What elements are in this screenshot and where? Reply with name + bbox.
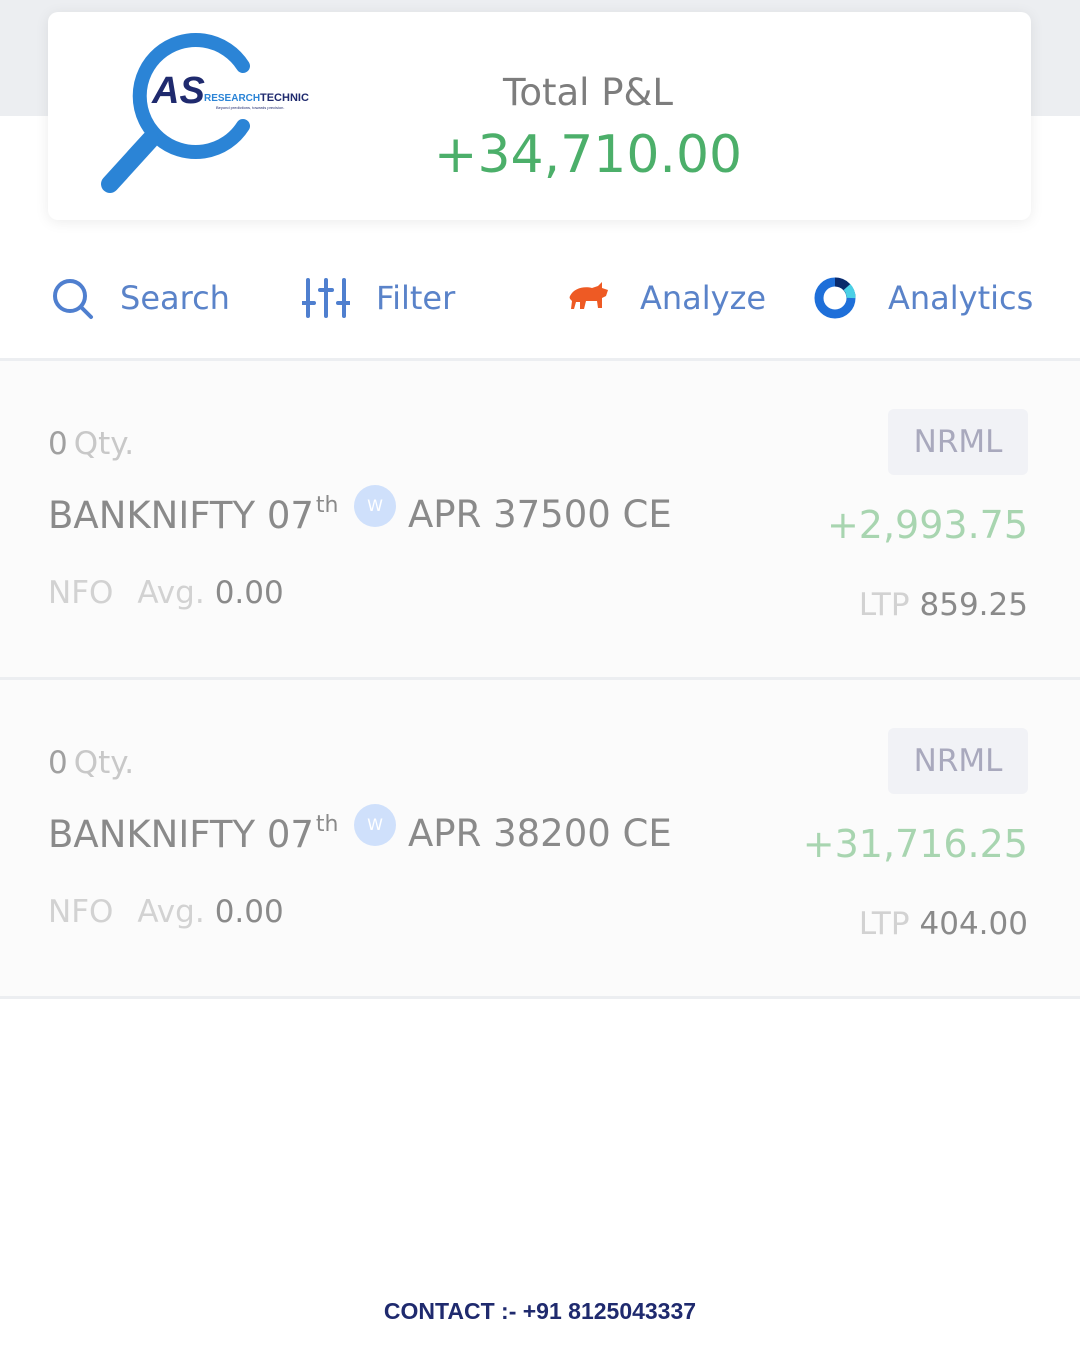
magnifier-logo-icon: AS RESEARCH TECHNIC Beyond predictions, … xyxy=(101,33,309,193)
logo-tagline: Beyond predictions, towards precision. xyxy=(216,105,284,110)
position-qty: 0 Qty. xyxy=(48,745,134,781)
product-type-badge: NRML xyxy=(888,409,1028,475)
weekly-expiry-badge: W xyxy=(354,485,396,527)
position-qty: 0 Qty. xyxy=(48,426,134,462)
filter-label: Filter xyxy=(376,279,456,317)
row-divider xyxy=(0,996,1080,999)
position-row[interactable]: 0 Qty. BANKNIFTY 07th W APR 38200 CE NFO A… xyxy=(0,680,1080,996)
avg-label: Avg. xyxy=(137,894,205,930)
filter-icon xyxy=(302,278,350,318)
analyze-button[interactable]: Analyze xyxy=(568,270,766,326)
qty-unit: Qty. xyxy=(73,426,135,462)
analytics-ring-icon xyxy=(814,277,856,319)
contact-footer: CONTACT :- +91 8125043337 xyxy=(383,1298,697,1324)
weekly-expiry-badge: W xyxy=(354,804,396,846)
position-meta: NFO Avg. 0.00 xyxy=(48,575,284,611)
search-label: Search xyxy=(120,279,230,317)
positions-toolbar: Search Filter Analyze Analytics xyxy=(0,250,1080,358)
avg-label: Avg. xyxy=(137,575,205,611)
ltp-value: 404.00 xyxy=(919,906,1028,942)
instrument-day-suffix: th xyxy=(315,812,339,837)
bull-icon xyxy=(569,282,608,309)
position-ltp: LTP 404.00 xyxy=(859,906,1028,942)
qty-unit: Qty. xyxy=(73,745,135,781)
ltp-label: LTP xyxy=(858,906,910,942)
instrument-contract: APR 38200 CE xyxy=(408,812,672,855)
logo-name-part2: TECHNIC xyxy=(260,92,309,104)
logo-initials: AS xyxy=(151,70,205,112)
instrument-name: BANKNIFTY 07th xyxy=(48,493,338,537)
instrument-contract: APR 37500 CE xyxy=(408,493,672,536)
total-pnl-value: +34,710.00 xyxy=(433,125,743,185)
search-icon xyxy=(53,279,93,319)
qty-value: 0 xyxy=(48,745,68,781)
position-row[interactable]: 0 Qty. BANKNIFTY 07th W APR 37500 CE NFO A… xyxy=(0,361,1080,677)
instrument-day-suffix: th xyxy=(315,493,339,518)
exchange-label: NFO xyxy=(48,894,114,930)
product-type-badge: NRML xyxy=(888,728,1028,794)
position-meta: NFO Avg. 0.00 xyxy=(48,894,284,930)
exchange-label: NFO xyxy=(48,575,114,611)
instrument-symbol: BANKNIFTY 07 xyxy=(48,494,314,537)
analytics-button[interactable]: Analytics xyxy=(812,270,1033,326)
instrument-name: BANKNIFTY 07th xyxy=(48,812,338,856)
analytics-label: Analytics xyxy=(888,279,1034,317)
logo-name-part1: RESEARCH xyxy=(204,93,260,104)
instrument-symbol: BANKNIFTY 07 xyxy=(48,813,314,856)
ltp-value: 859.25 xyxy=(919,587,1028,623)
analyze-label: Analyze xyxy=(640,279,767,317)
brand-logo: AS RESEARCH TECHNIC Beyond predictions, … xyxy=(100,28,340,203)
avg-value: 0.00 xyxy=(214,894,284,930)
search-button[interactable]: Search xyxy=(50,270,230,326)
position-ltp: LTP 859.25 xyxy=(859,587,1028,623)
ltp-label: LTP xyxy=(858,587,910,623)
total-pnl-label: Total P&L xyxy=(503,71,673,114)
avg-value: 0.00 xyxy=(214,575,284,611)
filter-button[interactable]: Filter xyxy=(302,270,455,326)
position-pnl: +31,716.25 xyxy=(802,822,1028,866)
position-pnl: +2,993.75 xyxy=(826,503,1028,547)
qty-value: 0 xyxy=(48,426,68,462)
